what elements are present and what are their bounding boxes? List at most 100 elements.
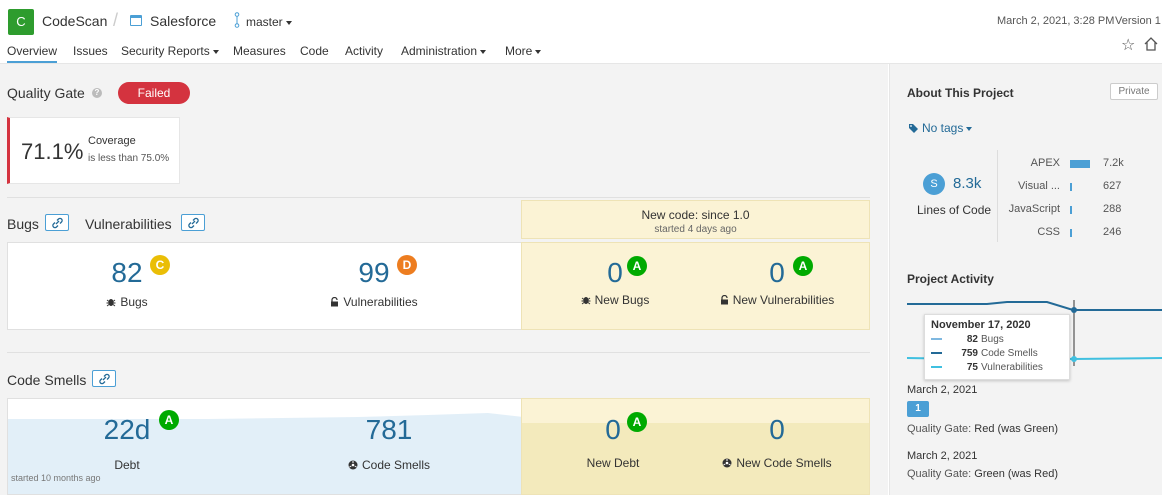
about-project-title: About This Project bbox=[907, 86, 1014, 100]
tooltip-row: 759 Code Smells bbox=[931, 347, 1063, 361]
project-activity-title: Project Activity bbox=[907, 272, 994, 286]
code-smells-value: 781 bbox=[365, 414, 413, 445]
new-vulnerabilities-measure[interactable]: 0 New Vulnerabilities bbox=[717, 257, 837, 307]
language-value: 7.2k bbox=[1103, 157, 1124, 169]
branch-selector[interactable]: master bbox=[246, 15, 292, 29]
vulnerabilities-link-button[interactable] bbox=[181, 214, 205, 231]
language-name: CSS bbox=[1037, 226, 1060, 238]
breadcrumb-separator: / bbox=[113, 10, 119, 30]
new-bugs-label: New Bugs bbox=[555, 293, 675, 307]
tooltip-row: 82 Bugs bbox=[931, 333, 1063, 347]
tab-issues[interactable]: Issues bbox=[73, 44, 108, 58]
new-code-title: New code: since 1.0 bbox=[641, 208, 750, 222]
bug-icon bbox=[106, 299, 116, 307]
version-event-badge[interactable]: 1 bbox=[907, 401, 929, 417]
code-smell-icon bbox=[348, 460, 358, 470]
chevron-down-icon bbox=[480, 49, 487, 54]
tab-security-reports[interactable]: Security Reports bbox=[121, 44, 219, 58]
new-debt-measure[interactable]: 0 New Debt bbox=[553, 414, 673, 470]
new-code-smells-label: New Code Smells bbox=[707, 456, 847, 470]
language-bar bbox=[1070, 160, 1090, 168]
code-smell-icon bbox=[722, 458, 732, 468]
new-bugs-rating-badge[interactable]: A bbox=[627, 256, 647, 276]
star-icon[interactable]: ☆ bbox=[1121, 35, 1135, 55]
org-avatar[interactable]: C bbox=[8, 9, 34, 35]
language-row: JavaScript 288 bbox=[1000, 203, 1160, 219]
top-bar: C CodeScan / Salesforce master March 2, … bbox=[0, 0, 1162, 64]
new-bugs-label-text: New Bugs bbox=[594, 293, 650, 307]
lines-of-code-value[interactable]: 8.3k bbox=[953, 175, 981, 192]
code-smells-label-text: Code Smells bbox=[361, 458, 431, 472]
new-code-period-header: New code: since 1.0 started 4 days ago bbox=[521, 200, 870, 239]
vulnerabilities-section-title: Vulnerabilities bbox=[85, 216, 172, 232]
new-debt-rating-badge[interactable]: A bbox=[627, 412, 647, 432]
new-vulnerabilities-rating-badge[interactable]: A bbox=[793, 256, 813, 276]
project-sidebar: About This Project Private No tags S 8.3… bbox=[889, 64, 1162, 495]
event-gate-label: Quality Gate: bbox=[907, 468, 972, 480]
size-rating-icon: S bbox=[923, 173, 945, 195]
divider bbox=[997, 150, 998, 242]
divider bbox=[7, 197, 870, 198]
condition-value: 71.1% bbox=[21, 139, 84, 164]
bugs-rating-badge[interactable]: C bbox=[150, 255, 170, 275]
branch-icon bbox=[234, 12, 240, 28]
project-name-link[interactable]: Salesforce bbox=[150, 13, 216, 29]
event-date: March 2, 2021 bbox=[907, 384, 978, 396]
event-description: Quality Gate: Red (was Green) bbox=[907, 423, 1058, 435]
tooltip-date: November 17, 2020 bbox=[931, 319, 1031, 331]
home-icon[interactable] bbox=[1143, 36, 1159, 52]
new-bugs-measure[interactable]: 0 New Bugs bbox=[555, 257, 675, 307]
tab-administration-label: Administration bbox=[401, 44, 478, 58]
bugs-label-text: Bugs bbox=[120, 295, 148, 309]
activity-tooltip: November 17, 2020 82 Bugs 759 Code Smells … bbox=[924, 314, 1070, 380]
tab-code[interactable]: Code bbox=[300, 44, 329, 58]
link-icon bbox=[99, 373, 110, 385]
tags-selector[interactable]: No tags bbox=[908, 121, 973, 135]
new-code-smells-label-text: New Code Smells bbox=[736, 456, 832, 470]
lock-icon bbox=[720, 295, 728, 305]
vulnerabilities-label-text: Vulnerabilities bbox=[343, 295, 418, 309]
analysis-date: March 2, 2021, 3:28 PM bbox=[997, 15, 1115, 27]
branch-label: master bbox=[246, 15, 283, 29]
tab-activity[interactable]: Activity bbox=[345, 44, 383, 58]
event-date: March 2, 2021 bbox=[907, 450, 978, 462]
tab-administration[interactable]: Administration bbox=[401, 44, 487, 58]
tooltip-label: Code Smells bbox=[981, 348, 1038, 359]
tooltip-value: 82 bbox=[966, 334, 978, 345]
vulnerabilities-rating-badge[interactable]: D bbox=[397, 255, 417, 275]
language-row: APEX 7.2k bbox=[1000, 157, 1160, 173]
new-code-smells-measure[interactable]: 0 New Code Smells bbox=[707, 414, 847, 470]
overview-main: Quality Gate ? Failed 71.1% Coverage is … bbox=[0, 64, 888, 495]
language-name: JavaScript bbox=[1008, 203, 1060, 215]
new-debt-value: 0 bbox=[605, 414, 621, 445]
new-debt-label: New Debt bbox=[586, 456, 640, 470]
failed-condition-card[interactable]: 71.1% Coverage is less than 75.0% bbox=[7, 117, 180, 184]
code-smells-measure[interactable]: 781 Code Smells bbox=[319, 414, 459, 472]
new-bugs-value: 0 bbox=[607, 257, 623, 288]
condition-requirement: is less than 75.0% bbox=[88, 153, 170, 164]
code-smells-link-button[interactable] bbox=[92, 370, 116, 387]
event-gate-label: Quality Gate: bbox=[907, 423, 972, 435]
bugs-link-button[interactable] bbox=[45, 214, 69, 231]
language-value: 246 bbox=[1103, 226, 1122, 238]
bugs-section-title: Bugs bbox=[7, 216, 39, 232]
code-smells-started-ago: started 10 months ago bbox=[11, 473, 101, 483]
language-row: CSS 246 bbox=[1000, 226, 1160, 242]
tab-measures[interactable]: Measures bbox=[233, 44, 286, 58]
debt-rating-badge[interactable]: A bbox=[159, 410, 179, 430]
help-icon[interactable]: ? bbox=[92, 88, 102, 98]
tab-overview[interactable]: Overview bbox=[7, 44, 58, 63]
chevron-down-icon bbox=[966, 126, 973, 131]
link-icon bbox=[188, 217, 199, 229]
quality-gate-title: Quality Gate bbox=[7, 85, 85, 101]
debt-label: Debt bbox=[114, 458, 140, 472]
org-name-link[interactable]: CodeScan bbox=[42, 13, 107, 29]
tab-more[interactable]: More bbox=[505, 44, 542, 58]
new-code-started: started 4 days ago bbox=[654, 224, 737, 235]
vulnerabilities-label: Vulnerabilities bbox=[314, 295, 434, 309]
language-row: Visual ... 627 bbox=[1000, 180, 1160, 196]
lock-icon bbox=[331, 297, 339, 307]
bugs-label: Bugs bbox=[67, 295, 187, 309]
tags-label: No tags bbox=[922, 121, 964, 135]
quality-gate-status-badge: Failed bbox=[118, 82, 190, 104]
